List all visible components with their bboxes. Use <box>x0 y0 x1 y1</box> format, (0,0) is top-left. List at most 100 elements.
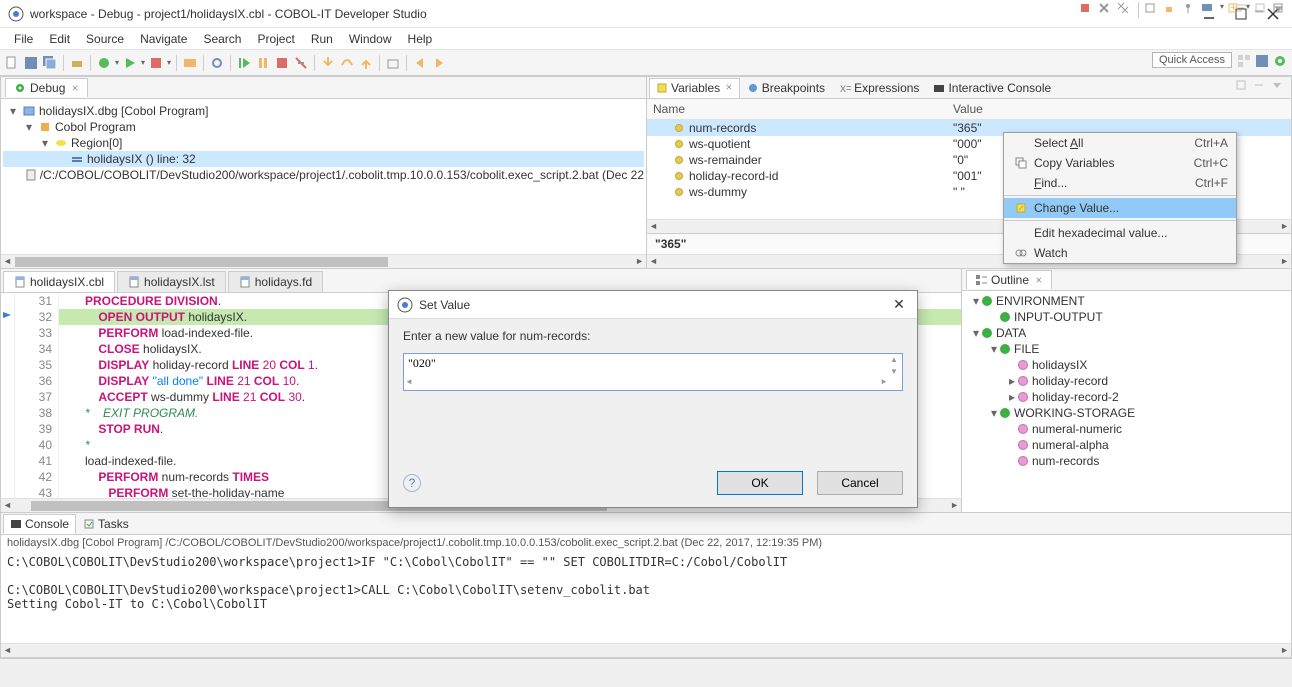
quick-access-input[interactable]: Quick Access <box>1152 52 1232 68</box>
dialog-prompt: Enter a new value for num-records: <box>403 329 903 343</box>
tab-breakpoints[interactable]: Breakpoints <box>740 78 832 98</box>
console-remove-icon[interactable] <box>1098 2 1114 18</box>
ctx-watch[interactable]: Watch <box>1004 243 1236 263</box>
ext-tools-icon[interactable] <box>148 55 164 71</box>
resume-icon[interactable] <box>236 55 252 71</box>
outline-item-numeral-alpha[interactable]: numeral-alpha <box>964 437 1289 453</box>
console-clear-icon[interactable] <box>1144 2 1160 18</box>
cobol-perspective-icon[interactable] <box>1254 53 1270 69</box>
outline-item-environment[interactable]: ▾ENVIRONMENT <box>964 293 1289 309</box>
outline-item-numeral-numeric[interactable]: numeral-numeric <box>964 421 1289 437</box>
step-over-icon[interactable] <box>339 55 355 71</box>
debug-frame[interactable]: holidaysIX () line: 32 <box>87 152 196 166</box>
menu-run[interactable]: Run <box>303 30 341 48</box>
menu-edit[interactable]: Edit <box>41 30 78 48</box>
menu-navigate[interactable]: Navigate <box>132 30 195 48</box>
nav-back-icon[interactable] <box>412 55 428 71</box>
outline-item-holiday-record-2[interactable]: ▸holiday-record-2 <box>964 389 1289 405</box>
editor-tab-holidays-fd[interactable]: holidays.fd <box>228 271 323 292</box>
debug-script[interactable]: /C:/COBOL/COBOLIT/DevStudio200/workspace… <box>40 168 644 182</box>
run-icon[interactable] <box>122 55 138 71</box>
new-icon[interactable] <box>4 55 20 71</box>
debug-tab[interactable]: Debug ⨯ <box>5 78 88 97</box>
outline-bullet-icon <box>1000 344 1010 354</box>
outline-item-input-output[interactable]: INPUT-OUTPUT <box>964 309 1289 325</box>
tab-variables[interactable]: Variables⨯ <box>649 78 740 98</box>
debug-tree[interactable]: ▾holidaysIX.dbg [Cobol Program] ▾Cobol P… <box>1 99 646 254</box>
skip-breakpoints-icon[interactable] <box>209 55 225 71</box>
console-pin-icon[interactable] <box>1182 2 1198 18</box>
outline-item-working-storage[interactable]: ▾WORKING-STORAGE <box>964 405 1289 421</box>
outline-tab[interactable]: Outline ⨯ <box>966 270 1052 289</box>
console-hscroll[interactable]: ◄► <box>1 643 1291 657</box>
console-terminate-icon[interactable] <box>1079 2 1095 18</box>
set-value-dialog: Set Value ✕ Enter a new value for num-re… <box>388 290 918 508</box>
outline-bullet-icon <box>1018 360 1028 370</box>
ctx-copy-variables[interactable]: Copy VariablesCtrl+C <box>1004 153 1236 173</box>
ok-button[interactable]: OK <box>717 471 803 495</box>
console-tab-tasks[interactable]: Tasks <box>76 514 136 534</box>
ctx-edit-hexadecimal-value[interactable]: Edit hexadecimal value... <box>1004 223 1236 243</box>
console-min-icon[interactable] <box>1253 2 1269 18</box>
menu-source[interactable]: Source <box>78 30 132 48</box>
debug-program[interactable]: Cobol Program <box>55 120 136 134</box>
scroll-up-icon[interactable]: ▲ <box>887 355 901 364</box>
scroll-down-icon[interactable]: ▼ <box>887 367 901 376</box>
step-into-icon[interactable] <box>320 55 336 71</box>
ctx-select-all[interactable]: Select AllCtrl+A <box>1004 133 1236 153</box>
vars-col-value[interactable]: Value <box>947 99 1291 119</box>
drop-frame-icon[interactable] <box>385 55 401 71</box>
ctx-find[interactable]: Find...Ctrl+F <box>1004 173 1236 193</box>
terminate-icon[interactable] <box>274 55 290 71</box>
debug-perspective-icon[interactable] <box>1272 53 1288 69</box>
console-scroll-lock-icon[interactable] <box>1163 2 1179 18</box>
build-icon[interactable] <box>69 55 85 71</box>
debug-process[interactable]: holidaysIX.dbg [Cobol Program] <box>39 104 208 118</box>
save-all-icon[interactable] <box>42 55 58 71</box>
open-perspective-icon[interactable] <box>1236 53 1252 69</box>
tab-icon <box>83 518 95 530</box>
outline-item-data[interactable]: ▾DATA <box>964 325 1289 341</box>
vars-menu-icon[interactable] <box>1271 79 1287 95</box>
menu-help[interactable]: Help <box>400 30 441 48</box>
vars-col-name[interactable]: Name <box>647 99 947 119</box>
editor-tab-holidaysIX-cbl[interactable]: holidaysIX.cbl <box>3 271 115 292</box>
ctx-change-value[interactable]: Change Value... <box>1004 198 1236 218</box>
console-max-icon[interactable] <box>1272 2 1288 18</box>
console-removeall-icon[interactable] <box>1117 2 1133 18</box>
console-display-icon[interactable] <box>1201 2 1217 18</box>
editor-tab-holidaysIX-lst[interactable]: holidaysIX.lst <box>117 271 226 292</box>
menu-file[interactable]: File <box>6 30 41 48</box>
console-view: ConsoleTasks ▾ + ▾ holidaysIX.dbg [Cobol… <box>0 513 1292 658</box>
debug-region[interactable]: Region[0] <box>71 136 122 150</box>
nav-forward-icon[interactable] <box>431 55 447 71</box>
disconnect-icon[interactable] <box>293 55 309 71</box>
save-icon[interactable] <box>23 55 39 71</box>
vars-show-type-icon[interactable] <box>1235 79 1251 95</box>
cancel-button[interactable]: Cancel <box>817 471 903 495</box>
outline-item-num-records[interactable]: num-records <box>964 453 1289 469</box>
step-return-icon[interactable] <box>358 55 374 71</box>
debug-icon[interactable] <box>96 55 112 71</box>
tab-expressions[interactable]: x=Expressions <box>832 78 926 98</box>
outline-item-holiday-record[interactable]: ▸holiday-record <box>964 373 1289 389</box>
scroll-left-icon[interactable]: ◄ <box>405 377 413 389</box>
console-tab-console[interactable]: Console <box>3 514 76 534</box>
vars-collapse-icon[interactable] <box>1253 79 1269 95</box>
menu-project[interactable]: Project <box>249 30 302 48</box>
tab-interactive-console[interactable]: Interactive Console <box>926 78 1058 98</box>
console-output[interactable]: C:\COBOL\COBOLIT\DevStudio200\workspace\… <box>1 551 1291 643</box>
outline-item-holidaysix[interactable]: holidaysIX <box>964 357 1289 373</box>
dialog-close-button[interactable]: ✕ <box>889 296 909 313</box>
console-open-icon[interactable]: + <box>1227 2 1243 18</box>
outline-item-file[interactable]: ▾FILE <box>964 341 1289 357</box>
dialog-value-input[interactable] <box>408 356 898 371</box>
menu-search[interactable]: Search <box>195 30 249 48</box>
suspend-icon[interactable] <box>255 55 271 71</box>
dialog-help-button[interactable]: ? <box>403 474 421 492</box>
menu-window[interactable]: Window <box>341 30 400 48</box>
debug-hscroll[interactable]: ◄► <box>1 254 646 268</box>
scroll-right-icon[interactable]: ► <box>880 377 888 389</box>
open-type-icon[interactable] <box>182 55 198 71</box>
file-icon <box>239 276 251 288</box>
